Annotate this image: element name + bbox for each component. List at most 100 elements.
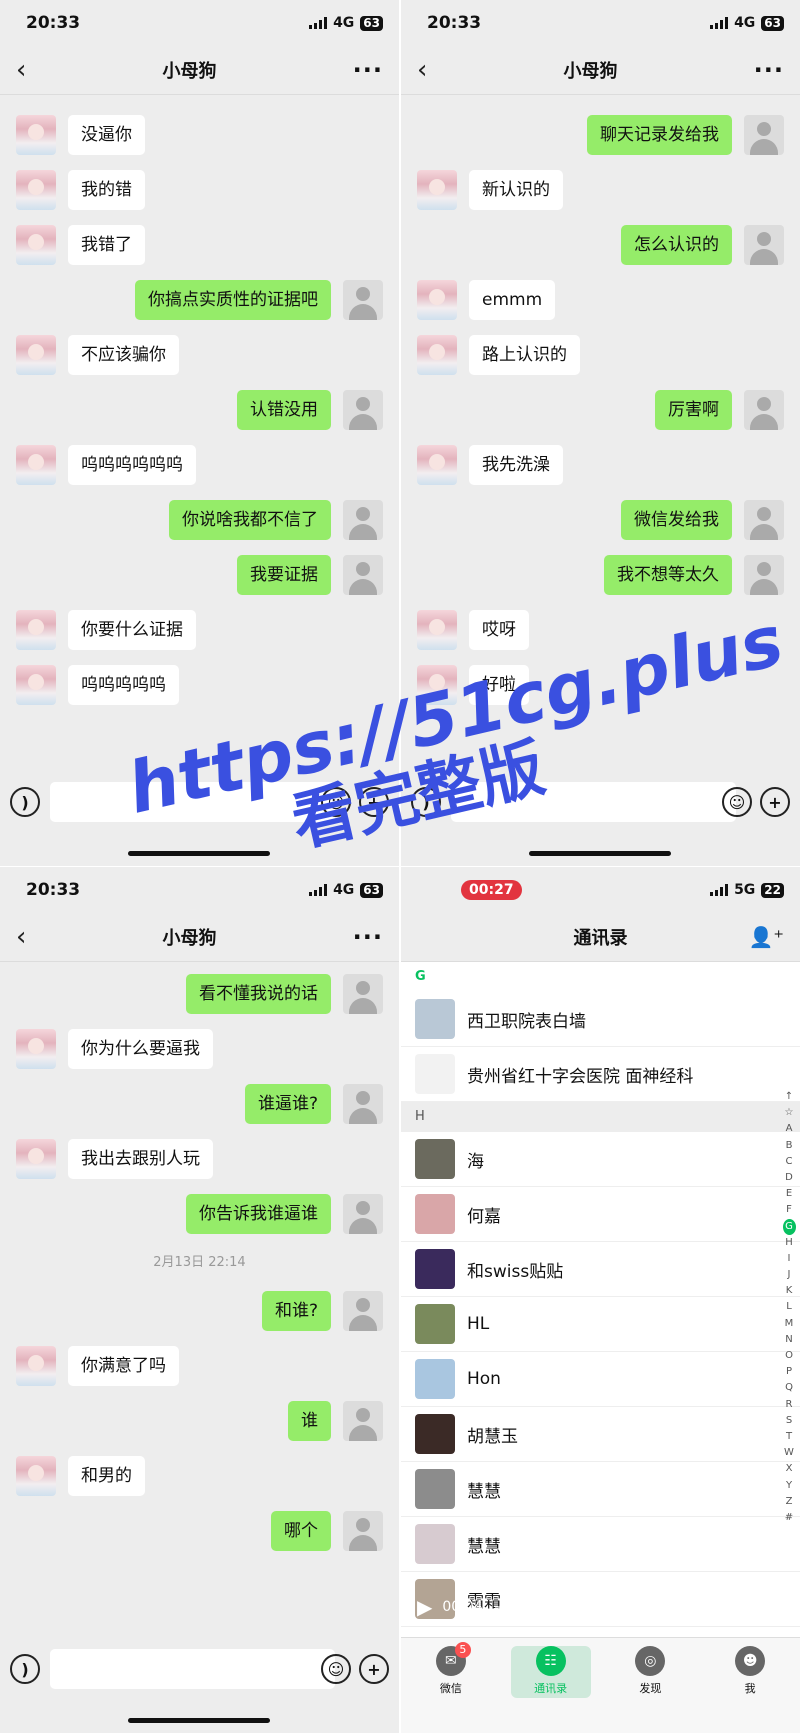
alphabet-index[interactable]: ↑ ☆ A B C D E F G H I J K L M N O P Q R S T W X Y Z # (781, 1089, 797, 1526)
avatar[interactable] (417, 665, 457, 705)
message-input[interactable] (50, 1649, 335, 1689)
contact-row[interactable]: 慧慧 (401, 1517, 800, 1572)
alphabet-letter[interactable]: B (786, 1138, 793, 1154)
video-progress-knob[interactable] (580, 1598, 597, 1615)
message-bubble[interactable]: 我要证据 (237, 555, 331, 595)
contact-row[interactable]: Hon (401, 1352, 800, 1407)
message-bubble[interactable]: 我不想等太久 (604, 555, 732, 595)
message-bubble[interactable]: 新认识的 (469, 170, 563, 210)
contact-row[interactable]: 胡慧玉 (401, 1407, 800, 1462)
avatar[interactable] (16, 170, 56, 210)
message-bubble[interactable]: 哪个 (271, 1511, 331, 1551)
avatar[interactable] (417, 445, 457, 485)
alphabet-letter[interactable]: F (786, 1202, 792, 1218)
message-bubble[interactable]: 谁逼谁? (244, 1084, 331, 1124)
avatar[interactable] (16, 1029, 56, 1069)
message-bubble[interactable]: 你搞点实质性的证据吧 (135, 280, 331, 320)
alphabet-letter[interactable]: ☆ (785, 1105, 794, 1121)
contact-row[interactable]: 贵州省红十字会医院 面神经科 (401, 1047, 800, 1102)
avatar[interactable] (343, 280, 383, 320)
message-bubble[interactable]: 呜呜呜呜呜 (68, 665, 179, 705)
contact-row[interactable]: 西卫职院表白墙 (401, 992, 800, 1047)
more-icon[interactable]: ··· (353, 56, 383, 84)
add-contact-icon[interactable]: 👤⁺ (749, 925, 784, 949)
avatar[interactable] (16, 115, 56, 155)
alphabet-letter[interactable]: G (782, 1218, 796, 1235)
message-bubble[interactable]: 我出去跟别人玩 (68, 1139, 213, 1179)
alphabet-letter[interactable]: N (785, 1332, 792, 1348)
message-bubble[interactable]: 聊天记录发给我 (587, 115, 732, 155)
voice-icon[interactable]: ) (10, 1654, 40, 1684)
alphabet-letter[interactable]: X (786, 1461, 793, 1477)
message-bubble[interactable]: 你满意了吗 (68, 1346, 179, 1386)
message-bubble[interactable]: 我的错 (68, 170, 145, 210)
avatar[interactable] (343, 1291, 383, 1331)
avatar[interactable] (343, 1511, 383, 1551)
add-icon[interactable]: + (760, 787, 790, 817)
message-bubble[interactable]: 你为什么要逼我 (68, 1029, 213, 1069)
add-icon[interactable]: + (359, 1654, 389, 1684)
contact-row[interactable]: 何嘉 (401, 1187, 800, 1242)
more-icon[interactable]: ··· (353, 923, 383, 951)
avatar[interactable] (16, 610, 56, 650)
alphabet-letter[interactable]: K (786, 1283, 793, 1299)
alphabet-letter[interactable]: P (786, 1364, 792, 1380)
alphabet-letter[interactable]: L (786, 1299, 792, 1315)
message-bubble[interactable]: 和男的 (68, 1456, 145, 1496)
message-bubble[interactable]: 路上认识的 (469, 335, 580, 375)
avatar[interactable] (343, 390, 383, 430)
avatar[interactable] (16, 1346, 56, 1386)
tab-me[interactable]: ☻ 我 (710, 1646, 790, 1733)
voice-icon[interactable]: ) (411, 787, 441, 817)
message-bubble[interactable]: emmm (469, 280, 556, 320)
message-bubble[interactable]: 呜呜呜呜呜呜 (68, 445, 196, 485)
tab-contacts[interactable]: ☷ 通讯录 (510, 1646, 591, 1698)
message-bubble[interactable]: 好啦 (469, 665, 529, 705)
contact-row[interactable]: 海 (401, 1132, 800, 1187)
avatar[interactable] (16, 1456, 56, 1496)
message-bubble[interactable]: 我错了 (68, 225, 145, 265)
message-bubble[interactable]: 怎么认识的 (621, 225, 732, 265)
message-bubble[interactable]: 你要什么证据 (68, 610, 196, 650)
message-bubble[interactable]: 厉害啊 (655, 390, 732, 430)
alphabet-letter[interactable]: O (785, 1348, 793, 1364)
avatar[interactable] (417, 170, 457, 210)
avatar[interactable] (744, 225, 784, 265)
message-bubble[interactable]: 你告诉我谁逼谁 (186, 1194, 331, 1234)
contact-row[interactable]: 和swiss贴贴 (401, 1242, 800, 1297)
back-icon[interactable]: ‹ (16, 57, 26, 83)
alphabet-letter[interactable]: M (785, 1316, 794, 1332)
tab-chat[interactable]: ✉ 5 微信 (411, 1642, 491, 1733)
avatar[interactable] (744, 555, 784, 595)
contact-row[interactable]: HL (401, 1297, 800, 1352)
avatar[interactable] (343, 1401, 383, 1441)
alphabet-letter[interactable]: Z (786, 1494, 793, 1510)
message-bubble[interactable]: 微信发给我 (621, 500, 732, 540)
alphabet-letter[interactable]: # (785, 1510, 793, 1526)
avatar[interactable] (343, 1194, 383, 1234)
alphabet-letter[interactable]: E (786, 1186, 792, 1202)
message-bubble[interactable]: 认错没用 (237, 390, 331, 430)
alphabet-letter[interactable]: Y (786, 1478, 792, 1494)
alphabet-letter[interactable]: H (785, 1235, 793, 1251)
alphabet-letter[interactable]: ↑ (785, 1089, 793, 1105)
alphabet-letter[interactable]: W (784, 1445, 794, 1461)
avatar[interactable] (343, 974, 383, 1014)
video-progress-track[interactable] (494, 1598, 732, 1615)
message-bubble[interactable]: 你说啥我都不信了 (169, 500, 331, 540)
avatar[interactable] (343, 555, 383, 595)
contact-row[interactable]: 慧慧 (401, 1462, 800, 1517)
avatar[interactable] (744, 500, 784, 540)
avatar[interactable] (16, 225, 56, 265)
emoji-icon[interactable]: ☺ (321, 1654, 351, 1684)
avatar[interactable] (417, 335, 457, 375)
alphabet-letter[interactable]: I (788, 1251, 791, 1267)
voice-icon[interactable]: ) (10, 787, 40, 817)
alphabet-letter[interactable]: A (786, 1121, 793, 1137)
message-bubble[interactable]: 看不懂我说的话 (186, 974, 331, 1014)
avatar[interactable] (16, 1139, 56, 1179)
alphabet-letter[interactable]: S (786, 1413, 792, 1429)
alphabet-letter[interactable]: R (786, 1397, 793, 1413)
tab-discover[interactable]: ◎ 发现 (610, 1646, 690, 1733)
message-bubble[interactable]: 不应该骗你 (68, 335, 179, 375)
